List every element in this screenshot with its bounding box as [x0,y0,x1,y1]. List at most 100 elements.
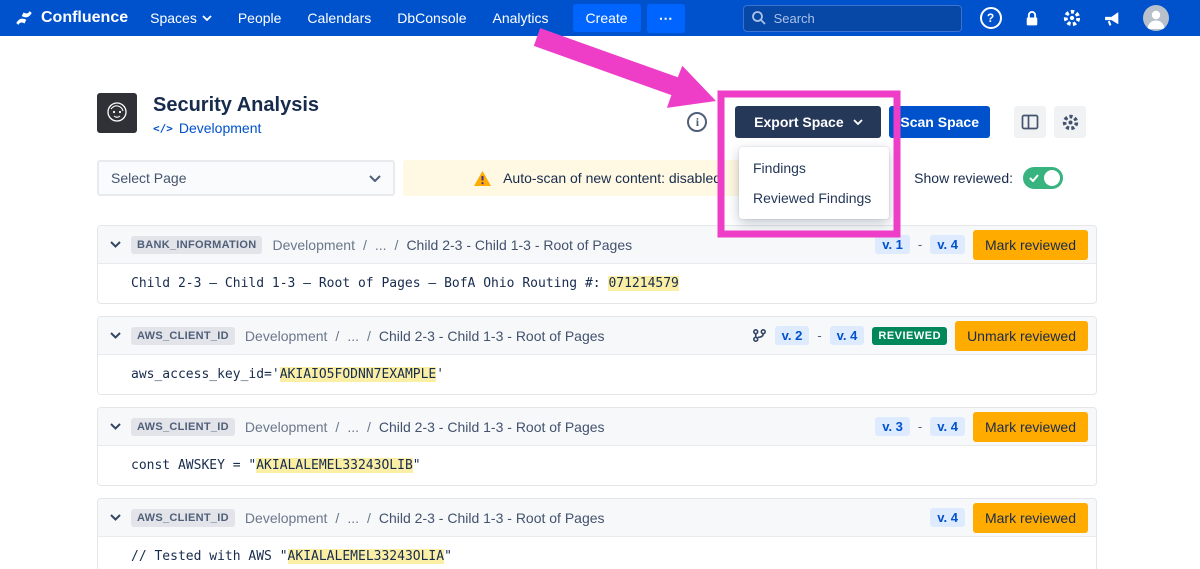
create-more-button[interactable]: ⋯ [647,4,685,33]
version-link[interactable]: v. 4 [930,417,965,436]
create-button[interactable]: Create [573,4,641,32]
help-icon[interactable]: ? [980,7,1002,29]
nav-item-people[interactable]: People [238,10,282,26]
megaphone-icon[interactable] [1103,10,1122,27]
breadcrumb-item[interactable]: Development [245,510,328,526]
finding-header[interactable]: AWS_CLIENT_ID Development / ... / Child … [98,317,1096,355]
lock-icon[interactable] [1023,9,1041,28]
version-dash: - [918,237,922,252]
space-header: Security Analysis </> Development i Expo… [97,93,1097,138]
chevron-down-icon[interactable] [110,514,121,521]
select-page-dropdown[interactable]: Select Page [97,160,395,196]
breadcrumb: Development / ... / Child 2-3 - Child 1-… [245,419,605,435]
version-link[interactable]: v. 3 [875,417,910,436]
mark-reviewed-button[interactable]: Mark reviewed [973,412,1088,442]
finding-header[interactable]: BANK_INFORMATION Development / ... / Chi… [98,226,1096,264]
finding-type-badge: AWS_CLIENT_ID [131,418,235,436]
title-block: Security Analysis </> Development [153,93,319,136]
finding-type-badge: AWS_CLIENT_ID [131,327,235,345]
version-dash: - [817,328,821,343]
finding-card: AWS_CLIENT_ID Development / ... / Child … [97,498,1097,569]
chevron-down-icon[interactable] [110,241,121,248]
layout-icon [1021,114,1039,130]
warning-text: Auto-scan of new content: disabled. [503,170,725,186]
finding-code: const AWSKEY = "AKIALALEMEL33243OLIB" [98,446,1096,485]
menu-item-reviewed-findings[interactable]: Reviewed Findings [739,183,889,213]
breadcrumb-ellipsis[interactable]: ... [375,237,387,253]
breadcrumb-item[interactable]: Development [272,237,355,253]
breadcrumb-item[interactable]: Development [245,419,328,435]
show-reviewed-label: Show reviewed: [914,170,1013,186]
code-secret: AKIAIO5FODNN7EXAMPLE [280,367,437,382]
info-icon[interactable]: i [687,112,707,132]
chevron-down-icon[interactable] [110,423,121,430]
user-avatar[interactable] [1143,5,1169,31]
breadcrumb-separator: / [367,510,371,526]
chevron-down-icon [853,119,863,125]
chevron-down-icon[interactable] [110,332,121,339]
version-link[interactable]: v. 4 [930,235,965,254]
chevron-down-icon [369,175,381,182]
nav-item-calendars[interactable]: Calendars [307,10,371,26]
nav-item-dbconsole[interactable]: DbConsole [397,10,466,26]
breadcrumb-item[interactable]: Development [245,328,328,344]
mark-reviewed-button[interactable]: Mark reviewed [973,230,1088,260]
breadcrumb-item[interactable]: Child 2-3 - Child 1-3 - Root of Pages [379,419,605,435]
code-secret: 071214579 [608,276,678,291]
autoscan-warning-banner: Auto-scan of new content: disabled. [403,160,795,196]
code-text: ' [436,367,444,382]
breadcrumb-separator: / [395,237,399,253]
breadcrumb-ellipsis[interactable]: ... [347,419,359,435]
search-box [743,5,962,32]
chevron-down-icon [202,15,212,21]
space-avatar[interactable] [97,93,137,133]
scan-space-button[interactable]: Scan Space [889,106,990,138]
mark-reviewed-button[interactable]: Mark reviewed [973,503,1088,533]
reviewed-badge: REVIEWED [872,327,947,345]
finding-card: AWS_CLIENT_ID Development / ... / Child … [97,316,1097,395]
confluence-home-link[interactable]: Confluence [14,8,128,28]
nav-menu: Spaces People Calendars DbConsole Analyt… [150,10,548,26]
nav-item-analytics[interactable]: Analytics [493,10,549,26]
warning-icon [473,170,492,187]
finding-code: // Tested with AWS "AKIALALEMEL33243OLIA… [98,537,1096,569]
breadcrumb-separator: / [335,419,339,435]
breadcrumb-ellipsis[interactable]: ... [347,510,359,526]
finding-header[interactable]: AWS_CLIENT_ID Development / ... / Child … [98,499,1096,537]
breadcrumb-item[interactable]: Child 2-3 - Child 1-3 - Root of Pages [379,510,605,526]
version-link[interactable]: v. 2 [775,326,810,345]
confluence-logo-icon [14,8,34,28]
space-settings-button[interactable] [1054,106,1086,138]
version-link[interactable]: v. 4 [930,508,965,527]
code-text: " [444,549,452,564]
code-text: " [413,458,421,473]
gear-icon[interactable] [1062,8,1082,28]
breadcrumb-separator: / [363,237,367,253]
code-secret: AKIALALEMEL33243OLIB [256,458,413,473]
page-title: Security Analysis [153,93,319,117]
breadcrumb-separator: / [367,328,371,344]
breadcrumb-ellipsis[interactable]: ... [347,328,359,344]
search-icon [751,10,767,26]
top-navbar: Confluence Spaces People Calendars DbCon… [0,0,1200,36]
breadcrumb: Development / ... / Child 2-3 - Child 1-… [245,510,605,526]
show-reviewed-toggle[interactable] [1023,167,1063,189]
code-text: Child 2-3 – Child 1-3 – Root of Pages – … [131,276,608,291]
main-content: Security Analysis </> Development i Expo… [97,93,1097,569]
finding-card: BANK_INFORMATION Development / ... / Chi… [97,225,1097,304]
version-link[interactable]: v. 1 [875,235,910,254]
finding-header[interactable]: AWS_CLIENT_ID Development / ... / Child … [98,408,1096,446]
search-input[interactable] [743,5,962,32]
menu-item-findings[interactable]: Findings [739,153,889,183]
breadcrumb-item[interactable]: Child 2-3 - Child 1-3 - Root of Pages [406,237,632,253]
breadcrumb-item[interactable]: Child 2-3 - Child 1-3 - Root of Pages [379,328,605,344]
export-space-button[interactable]: Export Space [735,106,881,138]
breadcrumb-separator: / [367,419,371,435]
finding-type-badge: AWS_CLIENT_ID [131,509,235,527]
unmark-reviewed-button[interactable]: Unmark reviewed [955,321,1088,351]
version-link[interactable]: v. 4 [830,326,865,345]
branch-icon[interactable] [752,328,767,343]
space-link[interactable]: </> Development [153,120,319,136]
sidebar-layout-button[interactable] [1014,106,1046,138]
nav-item-spaces[interactable]: Spaces [150,10,212,26]
